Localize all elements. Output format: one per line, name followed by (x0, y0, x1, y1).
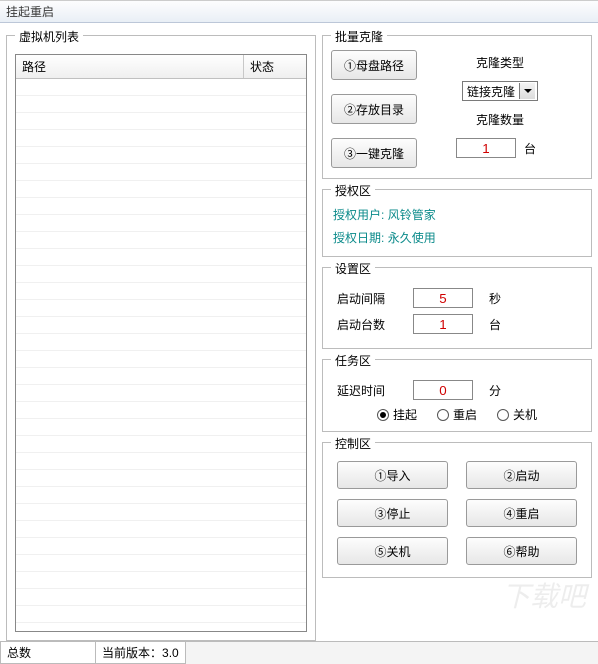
stop-button[interactable]: ③停止 (337, 499, 448, 527)
col-status[interactable]: 状态 (244, 55, 306, 78)
clone-count-unit: 台 (524, 140, 544, 157)
window-title: 挂起重启 (6, 3, 54, 20)
table-row (16, 402, 306, 419)
auth-legend: 授权区 (331, 182, 375, 199)
table-row (16, 96, 306, 113)
start-count-input[interactable] (413, 314, 473, 334)
delay-input[interactable] (413, 380, 473, 400)
settings-legend: 设置区 (331, 260, 375, 277)
radio-suspend[interactable]: 挂起 (377, 406, 417, 423)
table-row (16, 470, 306, 487)
app-window: 挂起重启 虚拟机列表 路径 状态 (0, 0, 598, 664)
delay-unit: 分 (489, 382, 509, 399)
vm-table[interactable]: 路径 状态 (15, 54, 307, 632)
version-label: 当前版本： (102, 646, 162, 660)
table-row (16, 572, 306, 589)
table-row (16, 606, 306, 623)
vm-list-group: 虚拟机列表 路径 状态 (6, 35, 316, 641)
table-row (16, 317, 306, 334)
clone-group: 批量克隆 ①母盘路径 ②存放目录 ③一键克隆 克隆类型 链接克隆 克隆数量 (322, 35, 592, 179)
task-group: 任务区 延迟时间 分 挂起 重启 (322, 359, 592, 432)
client-area: 虚拟机列表 路径 状态 (0, 23, 598, 641)
auth-group: 授权区 授权用户: 风铃管家 授权日期: 永久使用 (322, 189, 592, 257)
vm-list-legend: 虚拟机列表 (15, 28, 83, 45)
table-row (16, 555, 306, 572)
start-button[interactable]: ②启动 (466, 461, 577, 489)
table-row (16, 487, 306, 504)
watermark: 下载吧 (502, 575, 586, 615)
control-group: 控制区 ①导入 ②启动 ③停止 ④重启 ⑤关机 ⑥帮助 (322, 442, 592, 578)
interval-unit: 秒 (489, 290, 509, 307)
table-row (16, 232, 306, 249)
shutdown-button[interactable]: ⑤关机 (337, 537, 448, 565)
col-path[interactable]: 路径 (16, 55, 244, 78)
control-legend: 控制区 (331, 435, 375, 452)
statusbar: 总数 当前版本：3.0 (0, 641, 598, 664)
auth-user-label: 授权用户: (333, 208, 384, 222)
restart-button[interactable]: ④重启 (466, 499, 577, 527)
table-row (16, 589, 306, 606)
master-path-button[interactable]: ①母盘路径 (331, 50, 417, 80)
table-row (16, 266, 306, 283)
storage-dir-button[interactable]: ②存放目录 (331, 94, 417, 124)
table-row (16, 521, 306, 538)
table-row (16, 436, 306, 453)
chevron-down-icon (519, 83, 535, 99)
clone-count-label: 克隆数量 (476, 111, 524, 128)
table-row (16, 164, 306, 181)
table-row (16, 385, 306, 402)
table-row (16, 147, 306, 164)
radio-restart[interactable]: 重启 (437, 406, 477, 423)
auth-date-value: 永久使用 (388, 231, 436, 245)
one-click-clone-button[interactable]: ③一键克隆 (331, 138, 417, 168)
radio-dot-icon (437, 409, 449, 421)
task-legend: 任务区 (331, 352, 375, 369)
clone-count-input[interactable] (456, 138, 516, 158)
radio-shutdown-label: 关机 (513, 406, 537, 423)
settings-group: 设置区 启动间隔 秒 启动台数 台 (322, 267, 592, 349)
table-row (16, 113, 306, 130)
table-row (16, 419, 306, 436)
radio-suspend-label: 挂起 (393, 406, 417, 423)
right-column: 批量克隆 ①母盘路径 ②存放目录 ③一键克隆 克隆类型 链接克隆 克隆数量 (322, 29, 592, 641)
vm-table-head: 路径 状态 (16, 55, 306, 79)
table-row (16, 368, 306, 385)
table-row (16, 351, 306, 368)
clone-legend: 批量克隆 (331, 28, 387, 45)
interval-input[interactable] (413, 288, 473, 308)
titlebar: 挂起重启 (0, 1, 598, 23)
table-row (16, 130, 306, 147)
table-row (16, 249, 306, 266)
radio-restart-label: 重启 (453, 406, 477, 423)
table-row (16, 198, 306, 215)
clone-type-label: 克隆类型 (476, 54, 524, 71)
import-button[interactable]: ①导入 (337, 461, 448, 489)
clone-type-select[interactable]: 链接克隆 (462, 81, 538, 101)
status-total: 总数 (0, 642, 96, 664)
clone-type-value: 链接克隆 (467, 83, 515, 100)
radio-dot-icon (377, 409, 389, 421)
auth-user-value: 风铃管家 (388, 208, 436, 222)
auth-date-label: 授权日期: (333, 231, 384, 245)
status-version: 当前版本：3.0 (95, 642, 186, 664)
start-count-label: 启动台数 (337, 316, 397, 333)
table-row (16, 283, 306, 300)
help-button[interactable]: ⑥帮助 (466, 537, 577, 565)
table-row (16, 79, 306, 96)
radio-shutdown[interactable]: 关机 (497, 406, 537, 423)
table-row (16, 538, 306, 555)
left-column: 虚拟机列表 路径 状态 (6, 29, 316, 641)
vm-table-body (16, 79, 306, 631)
table-row (16, 300, 306, 317)
start-count-unit: 台 (489, 316, 509, 333)
delay-label: 延迟时间 (337, 382, 397, 399)
table-row (16, 334, 306, 351)
interval-label: 启动间隔 (337, 290, 397, 307)
radio-dot-icon (497, 409, 509, 421)
table-row (16, 181, 306, 198)
table-row (16, 453, 306, 470)
table-row (16, 504, 306, 521)
table-row (16, 215, 306, 232)
version-value: 3.0 (162, 646, 179, 660)
